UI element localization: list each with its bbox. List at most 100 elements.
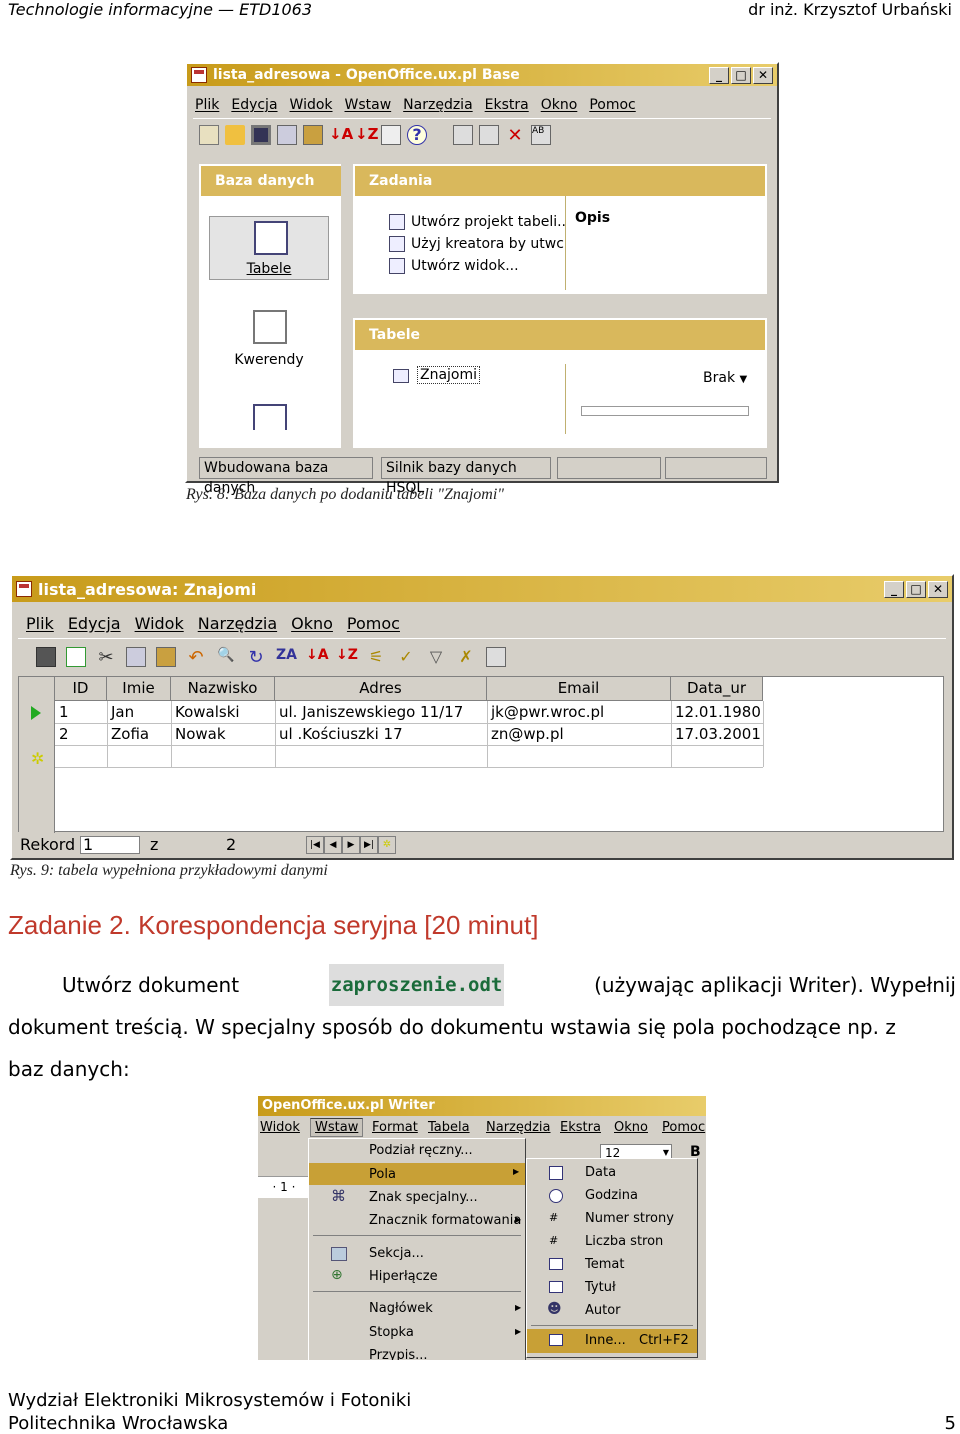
menu-item-sekcja[interactable]: Sekcja... [369, 1246, 424, 1261]
menu-plik[interactable]: Plik [26, 614, 54, 633]
menu-ekstra[interactable]: Ekstra [485, 97, 529, 113]
field-tytul[interactable]: Tytuł [585, 1280, 616, 1295]
menu-narzedzia[interactable]: Narzędzia [486, 1120, 551, 1135]
undo-icon[interactable]: ↶ [186, 647, 206, 668]
cell-r2-id[interactable]: 2 [55, 723, 69, 745]
col-id[interactable]: ID [55, 677, 107, 701]
cell-r1-id[interactable]: 1 [55, 701, 69, 723]
menu-tabela[interactable]: Tabela [428, 1120, 470, 1135]
col-adres[interactable]: Adres [275, 677, 487, 701]
col-data-ur[interactable]: Data_ur [671, 677, 763, 701]
menu-edycja[interactable]: Edycja [231, 97, 277, 113]
menu-widok[interactable]: Widok [260, 1120, 300, 1135]
menu-item-stopka[interactable]: Stopka [369, 1325, 414, 1340]
task-create-design[interactable]: Utwórz projekt tabeli.. [389, 214, 566, 230]
cell-r2-adres[interactable]: ul .Kościuszki 17 [275, 723, 403, 745]
cell-r1-email[interactable]: jk@pwr.wroc.pl [487, 701, 604, 723]
field-godzina[interactable]: Godzina [585, 1188, 638, 1203]
field-autor[interactable]: Autor [585, 1303, 621, 1318]
sort-desc-icon[interactable]: ↓Z [336, 647, 358, 667]
cell-r2-nazwisko[interactable]: Nowak [171, 723, 226, 745]
table-open-icon[interactable] [479, 124, 499, 145]
menu-widok[interactable]: Widok [135, 614, 184, 633]
menu-item-znak[interactable]: Znak specjalny... [369, 1190, 478, 1205]
menu-item-znacznik[interactable]: Znacznik formatowania [369, 1213, 521, 1228]
copy-icon[interactable] [277, 124, 297, 145]
field-inne[interactable]: Inne... [585, 1333, 626, 1348]
find-icon[interactable]: 🔍 [216, 647, 236, 667]
sort-asc-icon[interactable]: ↓A [306, 647, 329, 667]
task-create-view[interactable]: Utwórz widok... [389, 258, 519, 274]
cell-r2-email[interactable]: zn@wp.pl [487, 723, 564, 745]
menu-item-naglowek[interactable]: Nagłówek [369, 1301, 433, 1316]
menu-wstaw[interactable]: Wstaw [345, 97, 392, 113]
standard-filter-icon[interactable]: ▽ [426, 647, 446, 667]
menu-pomoc[interactable]: Pomoc [347, 614, 400, 633]
preview-dropdown[interactable]: Brak ▼ [703, 370, 747, 386]
menu-item-podzial[interactable]: Podział ręczny... [369, 1143, 473, 1158]
field-temat[interactable]: Temat [585, 1257, 624, 1272]
cell-r1-data[interactable]: 12.01.1980 [671, 701, 761, 723]
remove-filter-icon[interactable]: ✗ [456, 647, 476, 667]
table-znajomi[interactable]: Znajomi [417, 366, 481, 384]
edit-icon[interactable] [66, 646, 86, 667]
menu-ekstra[interactable]: Ekstra [560, 1120, 601, 1135]
save-icon[interactable] [251, 124, 271, 145]
close-button[interactable]: ✕ [753, 67, 773, 84]
menu-format[interactable]: Format [372, 1120, 418, 1135]
cell-r1-imie[interactable]: Jan [107, 701, 134, 723]
nav-next-icon[interactable]: ▶ [342, 836, 360, 854]
menu-okno[interactable]: Okno [541, 97, 578, 113]
copy-icon[interactable] [126, 646, 146, 667]
nav-first-icon[interactable]: |◀ [306, 836, 324, 854]
maximize-button[interactable]: □ [906, 581, 926, 598]
menu-item-hiperlacze[interactable]: Hiperłącze [369, 1269, 438, 1284]
menu-pomoc[interactable]: Pomoc [662, 1120, 705, 1135]
help-icon[interactable]: ? [407, 124, 427, 145]
menu-pomoc[interactable]: Pomoc [589, 97, 635, 113]
menu-item-pola-highlight[interactable] [309, 1163, 525, 1185]
open-icon[interactable] [225, 124, 245, 145]
menu-item-przypis[interactable]: Przypis... [369, 1348, 428, 1360]
nav-new-icon[interactable]: ✲ [378, 836, 396, 854]
cell-r2-data[interactable]: 17.03.2001 [671, 723, 761, 745]
menu-okno[interactable]: Okno [291, 614, 333, 633]
filter-icon[interactable]: ✓ [396, 647, 416, 667]
forms-icon[interactable] [253, 404, 287, 430]
close-button[interactable]: ✕ [928, 581, 948, 598]
new-icon[interactable] [199, 124, 219, 145]
col-nazwisko[interactable]: Nazwisko [171, 677, 275, 701]
cell-r1-nazwisko[interactable]: Kowalski [171, 701, 240, 723]
menu-item-pola[interactable]: Pola [369, 1167, 396, 1182]
menu-widok[interactable]: Widok [290, 97, 333, 113]
menu-okno[interactable]: Okno [614, 1120, 648, 1135]
nav-last-icon[interactable]: ▶| [360, 836, 378, 854]
cell-r1-adres[interactable]: ul. Janiszewskiego 11/17 [275, 701, 463, 723]
nav-prev-icon[interactable]: ◀ [324, 836, 342, 854]
paste-icon[interactable] [156, 646, 176, 667]
autofilter-icon[interactable]: ⚟ [366, 647, 386, 667]
form-icon[interactable] [381, 124, 401, 145]
minimize-button[interactable]: _ [709, 67, 729, 84]
field-liczba-stron[interactable]: Liczba stron [585, 1234, 663, 1249]
minimize-button[interactable]: _ [884, 581, 904, 598]
menu-narzedzia[interactable]: Narzędzia [198, 614, 277, 633]
refresh-icon[interactable]: ↻ [246, 647, 266, 668]
tabele-item[interactable]: Tabele [209, 216, 329, 280]
field-numer-strony[interactable]: Numer strony [585, 1211, 674, 1226]
menu-wstaw[interactable]: Wstaw [310, 1118, 364, 1137]
rename-icon[interactable]: AB [531, 124, 551, 145]
delete-icon[interactable]: ✕ [505, 125, 525, 146]
sort-desc-icon[interactable]: ↓Z [355, 125, 378, 145]
col-imie[interactable]: Imie [107, 677, 171, 701]
grid-icon[interactable] [36, 646, 56, 667]
menu-edycja[interactable]: Edycja [68, 614, 121, 633]
col-email[interactable]: Email [487, 677, 671, 701]
data-to-text-icon[interactable] [486, 646, 506, 667]
maximize-button[interactable]: □ [731, 67, 751, 84]
kwerendy-item[interactable]: Kwerendy [209, 308, 329, 374]
menu-narzedzia[interactable]: Narzędzia [403, 97, 472, 113]
paste-icon[interactable] [303, 124, 323, 145]
sort-icon[interactable]: ZA [276, 647, 297, 667]
cut-icon[interactable]: ✂ [96, 647, 116, 668]
